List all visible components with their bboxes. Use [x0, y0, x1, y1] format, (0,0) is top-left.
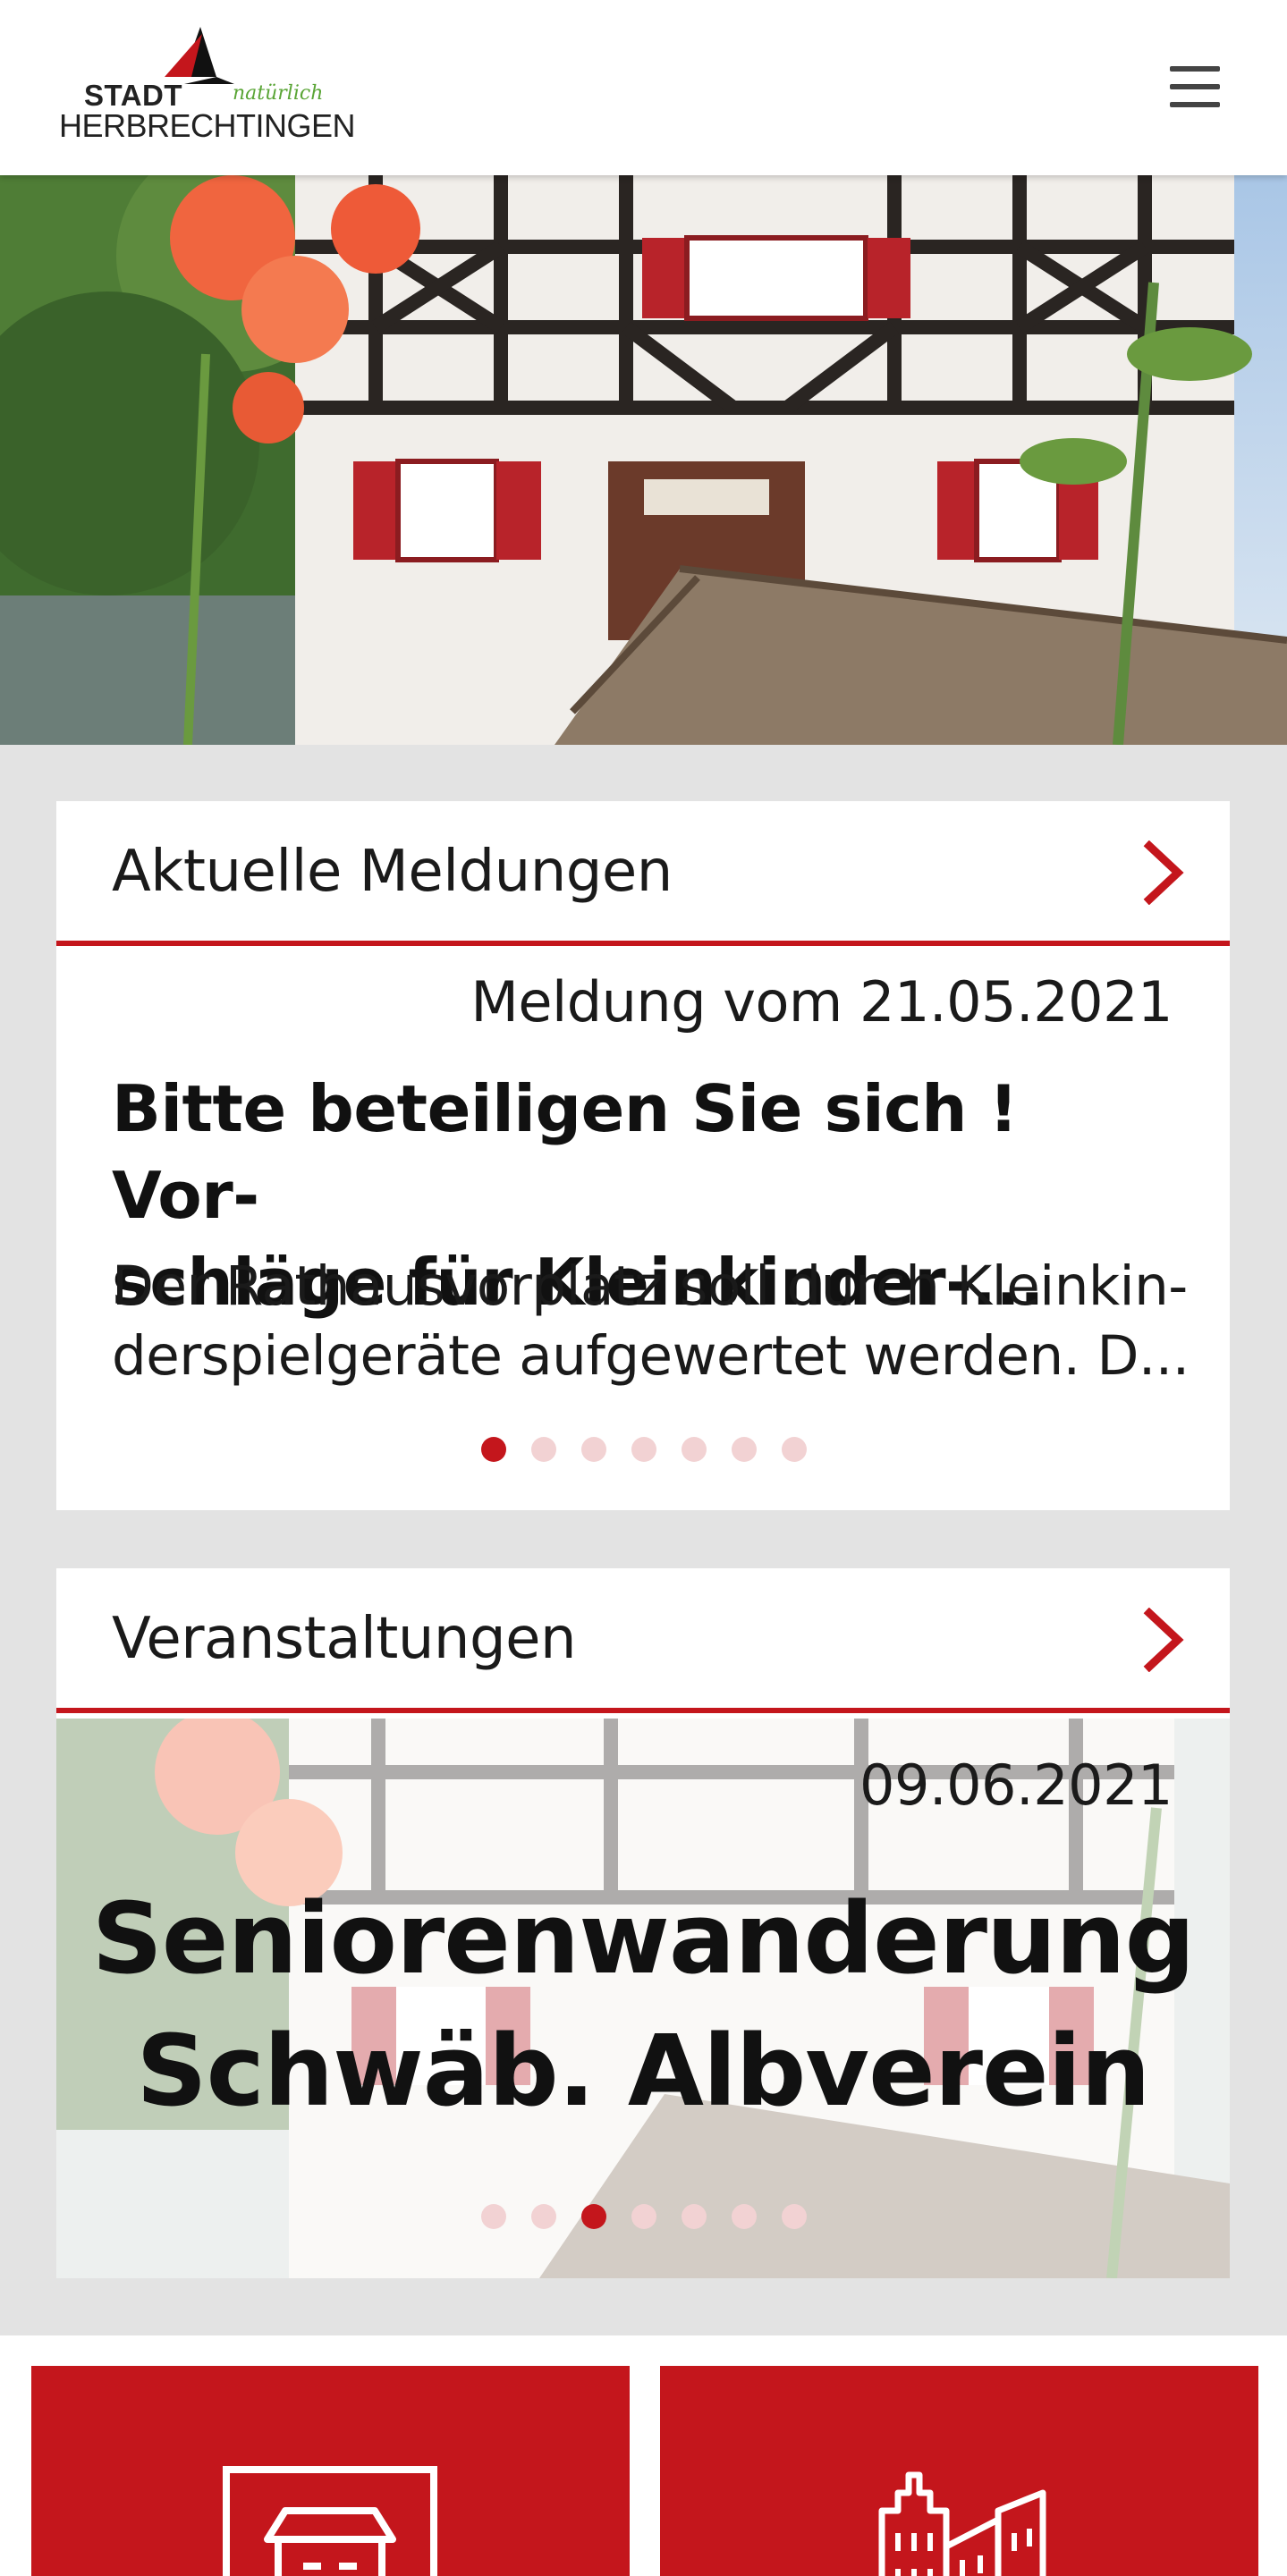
news-slider-dot-2[interactable] — [531, 1437, 556, 1462]
events-slider-dot-5[interactable] — [682, 2204, 707, 2229]
news-slider-dots — [481, 1437, 807, 1462]
market-stall-icon — [223, 2466, 437, 2576]
events-slider-dot-4[interactable] — [631, 2204, 656, 2229]
event-title-line-2: Schwäb. Albverein — [136, 2014, 1150, 2128]
stadt-herbrechtingen-logo[interactable]: STADT natürlich HERBRECHTINGEN — [59, 23, 363, 145]
news-teaser-line-2: derspielgeräte aufgewertet werden. D... — [112, 1324, 1190, 1388]
logo-tagline: natürlich — [233, 82, 324, 105]
events-slider-dot-1[interactable] — [481, 2204, 506, 2229]
events-slider-dot-6[interactable] — [732, 2204, 757, 2229]
events-card-title: Veranstaltungen — [112, 1606, 577, 1672]
news-slider-dot-7[interactable] — [782, 1437, 807, 1462]
events-slider-dot-2[interactable] — [531, 2204, 556, 2229]
news-slider-dot-1[interactable] — [481, 1437, 506, 1462]
news-date: Meldung vom 21.05.2021 — [470, 969, 1173, 1035]
quick-link-tile-market[interactable] — [31, 2366, 630, 2576]
logo-word-city: HERBRECHTINGEN — [59, 107, 356, 144]
news-slider-dot-3[interactable] — [581, 1437, 606, 1462]
news-card: Aktuelle Meldungen Meldung vom 21.05.202… — [56, 801, 1230, 1510]
chevron-right-icon[interactable] — [1142, 840, 1187, 905]
events-slider-dot-7[interactable] — [782, 2204, 807, 2229]
news-slider-dot-5[interactable] — [682, 1437, 707, 1462]
news-slider-dot-4[interactable] — [631, 1437, 656, 1462]
hero-image — [0, 175, 1287, 745]
event-date: 09.06.2021 — [859, 1753, 1173, 1818]
hero-half-timbered-house-illustration — [0, 175, 1287, 745]
chevron-right-icon[interactable] — [1142, 1608, 1187, 1672]
quick-link-tile-city[interactable] — [660, 2366, 1258, 2576]
news-slider-dot-6[interactable] — [732, 1437, 757, 1462]
event-slide[interactable]: 09.06.2021 Seniorenwanderung Schwäb. Alb… — [56, 1719, 1230, 2278]
event-title-line-1: Seniorenwanderung — [91, 1881, 1196, 1996]
hamburger-menu-icon[interactable] — [1163, 64, 1225, 113]
events-slider-dots — [481, 2204, 807, 2229]
news-card-title: Aktuelle Meldungen — [112, 839, 673, 905]
city-buildings-icon — [878, 2471, 1046, 2576]
news-teaser-line-1: Der Rathausvorplatz soll durch Kleinkin- — [112, 1254, 1188, 1318]
news-teaser: Der Rathausvorplatz soll durch Kleinkin-… — [112, 1252, 1212, 1391]
news-card-header[interactable]: Aktuelle Meldungen — [56, 801, 1230, 946]
events-card-header[interactable]: Veranstaltungen — [56, 1568, 1230, 1713]
events-card: Veranstaltungen 09.06.2021 Seniorenwande… — [56, 1568, 1230, 2278]
site-header: STADT natürlich HERBRECHTINGEN — [0, 0, 1287, 175]
events-slider-dot-3[interactable] — [581, 2204, 606, 2229]
news-headline-line-1: Bitte beteiligen Sie sich ! Vor- — [112, 1071, 1018, 1233]
event-title: Seniorenwanderung Schwäb. Albverein — [56, 1872, 1230, 2137]
